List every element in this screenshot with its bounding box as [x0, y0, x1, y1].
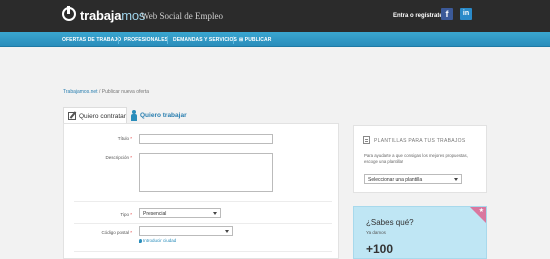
- title-label: Título *: [72, 136, 132, 141]
- nav-divider: [118, 36, 119, 44]
- postal-code-select[interactable]: [139, 226, 233, 236]
- nav-item-ofertas[interactable]: OFERTAS DE TRABAJO: [62, 37, 121, 43]
- map-pin-icon: [139, 238, 142, 243]
- nav-item-demandas[interactable]: DEMANDAS Y SERVICIOS: [173, 37, 237, 43]
- section-divider: [74, 223, 332, 224]
- chevron-down-icon: [225, 230, 229, 233]
- breadcrumb-home-link[interactable]: Trabajamos.net: [63, 89, 98, 95]
- breadcrumb: Trabajamos.net / Publicar nueva oferta: [63, 89, 149, 95]
- star-icon: ★: [478, 208, 484, 214]
- chevron-down-icon: [454, 178, 458, 181]
- nav-divider: [233, 36, 234, 44]
- title-input[interactable]: [139, 134, 273, 144]
- template-select-value: Seleccionar una plantilla: [368, 177, 423, 183]
- type-select-value: Presencial: [143, 211, 167, 217]
- postal-label-text: Código postal: [101, 230, 129, 235]
- type-label-text: Tipo: [120, 212, 129, 217]
- top-bar: trabajamos Web Social de Empleo Entra o …: [0, 0, 550, 32]
- facebook-icon[interactable]: f: [441, 8, 453, 20]
- introduce-city-text: Introducir ciudad: [143, 238, 177, 243]
- nav-item-publicar[interactable]: ⊞ PUBLICAR: [239, 37, 271, 43]
- tab-label: Quiero trabajar: [140, 112, 187, 119]
- introduce-city-link[interactable]: Introducir ciudad: [139, 238, 176, 243]
- required-mark: *: [130, 212, 132, 217]
- logo-text: trabaja: [80, 8, 122, 23]
- job-post-form: Título * Descripción * Tipo * Presencial…: [63, 123, 339, 259]
- logo-icon[interactable]: [62, 6, 76, 21]
- templates-box: PLANTILLAS PARA TUS TRABAJOS Para ayudar…: [353, 125, 487, 193]
- type-label: Tipo *: [72, 212, 132, 217]
- person-icon: [131, 110, 137, 121]
- section-divider: [74, 201, 332, 202]
- promo-box: ★ ¿Sabes qué? Ya damos +100: [353, 206, 487, 259]
- login-register-link[interactable]: Entra o regístrate: [393, 13, 443, 19]
- title-label-text: Título: [117, 136, 129, 141]
- nav-item-profesionales[interactable]: PROFESIONALES: [124, 37, 168, 43]
- main-nav: OFERTAS DE TRABAJO PROFESIONALES DEMANDA…: [0, 32, 550, 47]
- section-divider: [74, 251, 332, 252]
- logo[interactable]: trabajamos: [80, 8, 145, 23]
- edit-icon: [68, 112, 76, 120]
- templates-title: PLANTILLAS PARA TUS TRABAJOS: [374, 138, 466, 144]
- promo-title: ¿Sabes qué?: [366, 218, 414, 227]
- required-mark: *: [130, 230, 132, 235]
- postal-label: Código postal *: [72, 230, 132, 235]
- promo-number: +100: [366, 242, 394, 256]
- logo-tagline: Web Social de Empleo: [141, 11, 224, 21]
- chevron-down-icon: [213, 212, 217, 215]
- document-icon: [363, 136, 370, 144]
- tab-label: Quiero contratar: [79, 113, 126, 120]
- linkedin-icon[interactable]: in: [460, 8, 472, 20]
- template-select[interactable]: Seleccionar una plantilla: [364, 174, 462, 184]
- type-select[interactable]: Presencial: [139, 208, 221, 218]
- required-mark: *: [130, 155, 132, 160]
- description-label: Descripción *: [72, 155, 132, 160]
- nav-divider: [167, 36, 168, 44]
- promo-subtitle: Ya damos: [366, 230, 386, 235]
- templates-description: Para ayudarte a que consigas los mejores…: [364, 153, 468, 164]
- description-textarea[interactable]: [139, 153, 273, 192]
- tab-quiero-contratar[interactable]: Quiero contratar: [63, 107, 127, 124]
- required-mark: *: [130, 136, 132, 141]
- breadcrumb-current: Publicar nueva oferta: [101, 89, 149, 95]
- description-label-text: Descripción: [105, 155, 129, 160]
